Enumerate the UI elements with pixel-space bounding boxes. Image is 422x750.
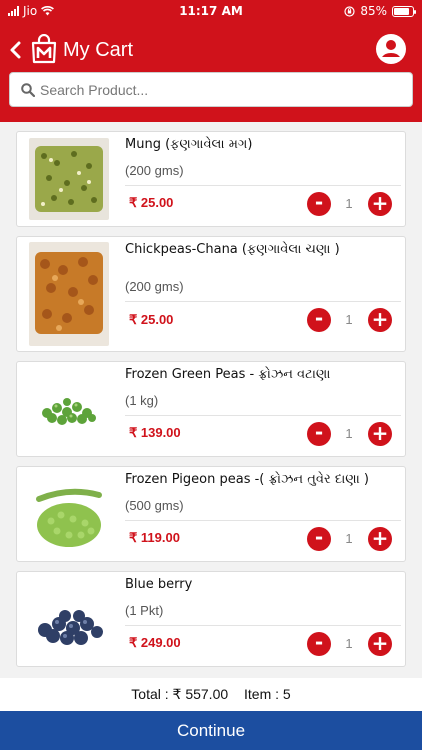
page-title: My Cart [63,39,133,61]
account-icon[interactable] [376,34,406,64]
divider [125,185,401,186]
cart-summary: Total : ₹ 557.00 Item : 5 [0,678,422,711]
item-name: Chickpeas-Chana (ફણગાવેલા ચણા ) [125,242,340,257]
item-name: Frozen Pigeon peas -( ફ્રોઝન તુવેર દાણા … [125,472,369,487]
item-unit: (200 gms) [125,279,184,294]
logo-icon [31,34,57,64]
back-icon[interactable] [6,38,26,62]
item-name: Mung (ફણગાવેલા મગ) [125,137,253,152]
quantity-value: 1 [345,636,353,651]
cart-item: Mung (ફણગાવેલા મગ) (200 gms) ₹ 25.00 - 1… [16,131,406,227]
cart-item: Chickpeas-Chana (ફણગાવેલા ચણા ) (200 gms… [16,236,406,352]
increase-quantity-button[interactable]: + [368,308,392,332]
item-price: ₹ 249.00 [129,635,181,650]
orientation-lock-icon [344,5,355,17]
item-name: Blue berry [125,577,193,592]
chana-image [29,242,109,346]
total-amount: Total : ₹ 557.00 [131,686,229,702]
battery-icon [392,5,416,17]
battery-percent: 85% [360,4,387,18]
quantity-value: 1 [345,196,353,211]
continue-button[interactable]: Continue [0,711,422,750]
item-price: ₹ 119.00 [129,530,180,545]
item-price: ₹ 139.00 [129,425,181,440]
increase-quantity-button[interactable]: + [368,527,392,551]
decrease-quantity-button[interactable]: - [307,192,331,216]
divider [125,520,401,521]
status-right: 85% [344,4,416,18]
quantity-value: 1 [345,312,353,327]
quantity-value: 1 [345,531,353,546]
item-unit: (200 gms) [125,163,184,178]
increase-quantity-button[interactable]: + [368,632,392,656]
divider [125,301,401,302]
mung-image [29,138,109,220]
cart-item: Blue berry (1 Pkt) ₹ 249.00 - 1 + [16,571,406,667]
item-unit: (1 kg) [125,393,159,408]
green-peas-image [29,368,109,450]
increase-quantity-button[interactable]: + [368,422,392,446]
cart-item: Frozen Green Peas - ફ્રોઝન વટાણા (1 kg) … [16,361,406,457]
search-input[interactable] [40,78,400,102]
item-count: Item : 5 [244,686,291,702]
cart-list: Mung (ફણગાવેલા મગ) (200 gms) ₹ 25.00 - 1… [16,131,406,676]
item-unit: (500 gms) [125,498,184,513]
quantity-value: 1 [345,426,353,441]
status-bar: Jio 11:17 AM 85% [0,0,422,22]
item-name: Frozen Green Peas - ફ્રોઝન વટાણા [125,367,331,382]
increase-quantity-button[interactable]: + [368,192,392,216]
decrease-quantity-button[interactable]: - [307,422,331,446]
blueberry-image [29,578,109,660]
decrease-quantity-button[interactable]: - [307,308,331,332]
decrease-quantity-button[interactable]: - [307,527,331,551]
item-price: ₹ 25.00 [129,195,174,210]
item-price: ₹ 25.00 [129,312,174,327]
divider [125,625,401,626]
divider [125,415,401,416]
app-header: Jio 11:17 AM 85% My Cart [0,0,422,122]
decrease-quantity-button[interactable]: - [307,632,331,656]
cart-item: Frozen Pigeon peas -( ફ્રોઝન તુવેર દાણા … [16,466,406,562]
search-icon [21,83,35,97]
search-bar [9,72,413,107]
pigeon-peas-image [29,473,109,555]
title-row: My Cart [0,30,422,70]
item-unit: (1 Pkt) [125,603,164,618]
